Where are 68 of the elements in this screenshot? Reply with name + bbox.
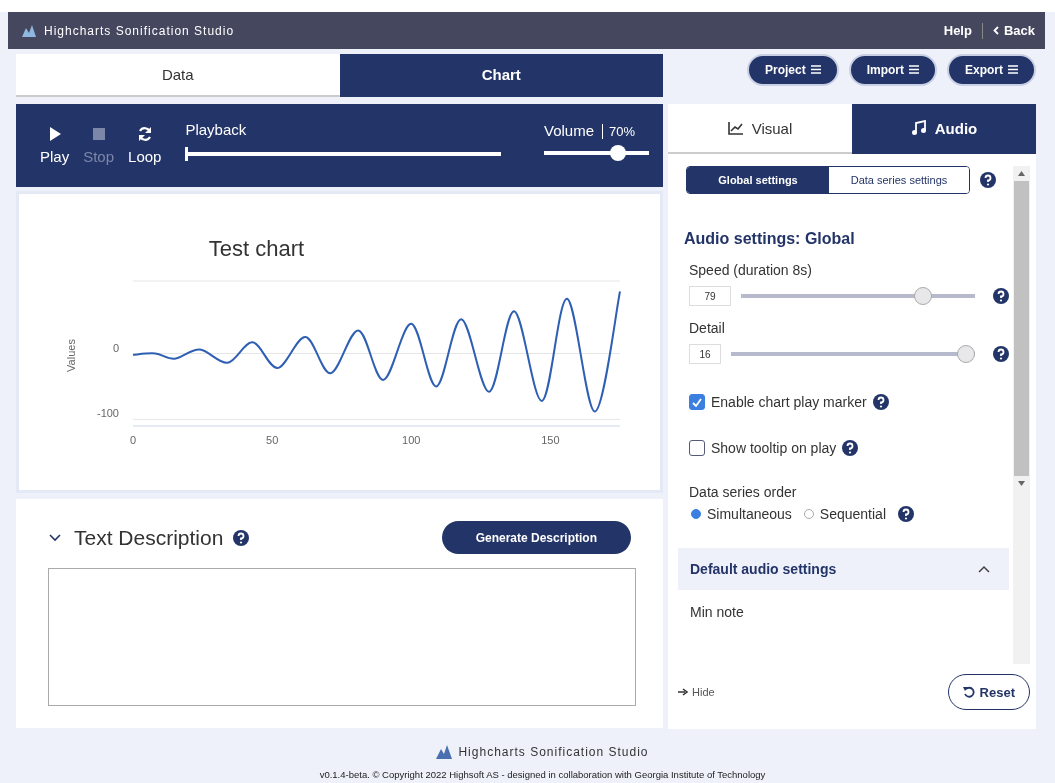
stop-icon: [90, 126, 107, 142]
settings-heading: Audio settings: Global: [684, 230, 856, 248]
chart-title: Test chart: [208, 236, 305, 261]
loop-button[interactable]: Loop: [126, 126, 164, 165]
scroll-up-icon[interactable]: [1018, 171, 1025, 176]
chevron-icon: [992, 26, 999, 35]
reset-icon: [962, 686, 975, 698]
radio-label: Simultaneous: [707, 506, 792, 522]
panel-tab[interactable]: Audio: [852, 104, 1036, 154]
generate-description-button[interactable]: Generate Description: [441, 521, 631, 554]
x-tick-label: 0: [129, 434, 137, 446]
checkbox[interactable]: [689, 394, 705, 410]
app-title: Highcharts Sonification Studio: [44, 23, 235, 38]
menu-button[interactable]: Import: [848, 54, 937, 86]
y-axis-title: Values: [65, 339, 77, 372]
help-icon[interactable]: [980, 172, 996, 188]
panel-tab[interactable]: Visual: [668, 104, 852, 154]
menu-icon: [1008, 65, 1018, 74]
radio-button[interactable]: [691, 509, 701, 519]
x-tick-label: 100: [402, 434, 421, 446]
x-tick-label: 150: [541, 434, 560, 446]
checkbox-label: Enable chart play marker: [711, 394, 867, 410]
number-field[interactable]: 16: [689, 344, 721, 364]
accordion-header[interactable]: Default audio settings: [678, 548, 1009, 590]
help-link[interactable]: Help: [943, 23, 972, 38]
menu-icon: [909, 65, 919, 74]
music-note-icon: [910, 120, 927, 136]
help-icon[interactable]: [993, 288, 1009, 304]
main-tab[interactable]: Data: [16, 54, 340, 97]
x-tick-label: 50: [266, 434, 279, 446]
scroll-down-icon[interactable]: [1018, 481, 1025, 486]
checkbox[interactable]: [689, 440, 705, 456]
y-tick-label: 0: [112, 341, 119, 354]
copyright-text: v0.1.4-beta. © Copyright 2022 Highsoft AS - designed in collaboration with Georgia Institute of Technology: [319, 769, 766, 780]
main-tab[interactable]: Chart: [339, 54, 663, 97]
volume-label: Volume: [544, 122, 595, 139]
help-icon[interactable]: [842, 440, 859, 456]
description-toggle[interactable]: Text Description: [48, 525, 224, 550]
help-icon[interactable]: [993, 346, 1009, 362]
scrollbar[interactable]: [1013, 166, 1030, 664]
help-icon[interactable]: [872, 394, 889, 410]
arrow-icon: [678, 688, 688, 696]
y-tick-label: -100: [96, 407, 119, 420]
reset-button[interactable]: Reset: [947, 674, 1030, 710]
number-field[interactable]: 79: [689, 286, 731, 306]
hide-button[interactable]: Hide: [678, 686, 715, 698]
playback-label: Playback: [185, 121, 248, 138]
footer-brand: Highcharts Sonification Studio: [458, 745, 649, 759]
menu-icon: [810, 65, 821, 74]
slider-label: Speed (duration 8s): [689, 262, 813, 278]
radio-label: Sequential: [819, 506, 886, 522]
logo-icon: [22, 24, 36, 37]
slider-label: Detail: [689, 320, 726, 336]
play-button[interactable]: Play: [38, 126, 72, 165]
order-label: Data series order: [689, 484, 798, 500]
loop-icon: [136, 126, 153, 142]
menu-button[interactable]: Export: [947, 54, 1036, 86]
description-field[interactable]: [48, 568, 636, 706]
help-icon[interactable]: [233, 529, 250, 546]
settings-scope-tab[interactable]: Global settings: [687, 167, 829, 193]
line-chart-icon: [727, 121, 744, 135]
menu-button[interactable]: Project: [746, 54, 839, 86]
logo-icon: [436, 745, 453, 759]
volume-reading: 70%: [602, 124, 636, 139]
back-link[interactable]: Back: [992, 23, 1035, 38]
field-label: Min note: [690, 604, 745, 620]
help-icon[interactable]: [898, 506, 914, 522]
checkbox-label: Show tooltip on play: [711, 440, 837, 456]
